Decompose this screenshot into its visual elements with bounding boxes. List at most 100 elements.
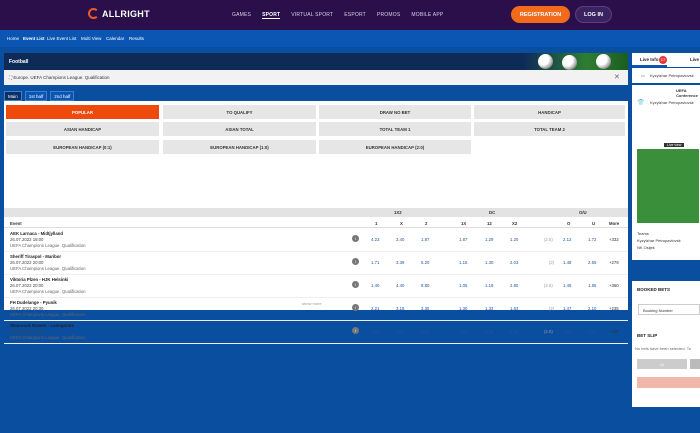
odd-1[interactable]: 2.21 xyxy=(371,306,379,311)
odd-x[interactable]: 3.15 xyxy=(396,306,404,311)
odd-over[interactable]: 1.47 xyxy=(563,306,571,311)
market-total-team-2[interactable]: TOTAL TEAM 2 xyxy=(474,122,625,136)
market-asian-handicap[interactable]: ASIAN HANDICAP xyxy=(6,122,159,136)
odd-x[interactable]: 3.39 xyxy=(396,260,404,265)
odd-x[interactable]: 3.25 xyxy=(396,329,404,334)
nav-sport[interactable]: SPORT xyxy=(262,12,281,19)
show-more-link[interactable]: show more xyxy=(302,301,322,306)
market-asian-total[interactable]: ASIAN TOTAL xyxy=(163,122,316,136)
more-markets[interactable]: +235 xyxy=(609,306,619,311)
odd-over[interactable]: 1.45 xyxy=(563,283,571,288)
odd-12[interactable]: 1.31 xyxy=(485,329,493,334)
market-european-handicap-2-0[interactable]: EUROPEAN HANDICAP (2:0) xyxy=(319,140,471,154)
odd-1[interactable]: 1.40 xyxy=(371,283,379,288)
close-icon[interactable]: ✕ xyxy=(614,73,620,81)
login-button[interactable]: LOG IN xyxy=(575,6,612,23)
total-line: (2) xyxy=(549,260,555,265)
market-draw-no-bet[interactable]: DRAW NO BET xyxy=(319,105,471,119)
odd-1x[interactable]: 1.15 xyxy=(459,260,467,265)
odd-2[interactable]: 5.20 xyxy=(421,260,429,265)
odd-x2[interactable]: 1.20 xyxy=(510,237,518,242)
event-name[interactable]: FH Dudelange - Pyunik xyxy=(10,300,57,305)
market-handicap[interactable]: HANDICAP xyxy=(474,105,625,119)
info-icon[interactable]: i xyxy=(352,258,359,265)
stake-button[interactable]: 10 xyxy=(637,359,687,369)
odd-x2[interactable]: 2.03 xyxy=(510,260,518,265)
odd-2[interactable]: 2.24 xyxy=(421,329,429,334)
subnav-results[interactable]: Results xyxy=(129,36,144,41)
odd-x2[interactable]: 1.32 xyxy=(510,329,518,334)
nav-games[interactable]: GAMES xyxy=(232,12,251,19)
odd-x2[interactable]: 2.80 xyxy=(510,283,518,288)
odd-2[interactable]: 8.80 xyxy=(421,283,429,288)
market-european-handicap-0-1[interactable]: EUROPEAN HANDICAP (0:1) xyxy=(6,140,159,154)
info-icon[interactable]: i xyxy=(352,327,359,334)
nav-promos[interactable]: PROMOS xyxy=(377,12,400,19)
odd-1[interactable]: 1.71 xyxy=(371,260,379,265)
odd-over[interactable]: 1.48 xyxy=(563,260,571,265)
odd-1x[interactable]: 1.87 xyxy=(459,237,467,242)
odd-x2[interactable]: 1.63 xyxy=(510,306,518,311)
info-icon[interactable]: i xyxy=(352,304,359,311)
odd-under[interactable]: 1.72 xyxy=(588,237,596,242)
odd-under[interactable]: 1.71 xyxy=(588,329,596,334)
table-row[interactable]: AEK Larnaca - Midtjylland 26.07.2022 18:… xyxy=(4,229,628,252)
tab-live-info[interactable]: Live Info xyxy=(640,57,659,62)
event-name[interactable]: Sheriff Tiraspol - Maribor xyxy=(10,254,61,259)
tab-2nd-half[interactable]: 2nd half xyxy=(50,91,75,101)
info-icon[interactable]: i xyxy=(352,281,359,288)
tab-live[interactable]: Live xyxy=(690,57,699,62)
event-name[interactable]: AEK Larnaca - Midtjylland xyxy=(10,231,63,236)
market-popular[interactable]: POPULAR xyxy=(6,105,159,119)
nav-mobile-app[interactable]: MOBILE APP xyxy=(411,12,443,19)
odd-12[interactable]: 1.29 xyxy=(485,237,493,242)
subnav-live-event-list[interactable]: Live Event List xyxy=(47,36,76,41)
tab-main[interactable]: Main xyxy=(4,91,22,101)
odd-12[interactable]: 1.33 xyxy=(485,306,493,311)
subnav-home[interactable]: Home xyxy=(7,36,19,41)
nav-virtual-sport[interactable]: VIRTUAL SPORT xyxy=(291,12,333,19)
event-name[interactable]: Viktoria Plzen - HJK Helsinki xyxy=(10,277,68,282)
info-icon[interactable]: i xyxy=(352,235,359,242)
registration-button[interactable]: REGISTRATION xyxy=(511,6,570,23)
stake-button-2[interactable] xyxy=(690,359,700,369)
table-row[interactable]: Shamrock Rovers - Ludogorets 26.07.2022 … xyxy=(4,321,628,344)
col-event: Event xyxy=(10,221,22,226)
odd-12[interactable]: 1.19 xyxy=(485,283,493,288)
odd-under[interactable]: 2.55 xyxy=(588,260,596,265)
odd-1[interactable]: 3.33 xyxy=(371,329,379,334)
subnav-calendar[interactable]: Calendar xyxy=(106,36,124,41)
subnav-event-list[interactable]: Event List xyxy=(23,36,45,41)
event-name[interactable]: Shamrock Rovers - Ludogorets xyxy=(10,323,74,328)
more-markets[interactable]: +440 xyxy=(609,329,619,334)
table-row[interactable]: Sheriff Tiraspol - Maribor 26.07.2022 20… xyxy=(4,252,628,275)
odd-over[interactable]: 2.12 xyxy=(563,237,571,242)
odd-1[interactable]: 4.23 xyxy=(371,237,379,242)
odd-2[interactable]: 1.87 xyxy=(421,237,429,242)
odd-12[interactable]: 1.30 xyxy=(485,260,493,265)
more-markets[interactable]: +279 xyxy=(609,260,619,265)
odd-1x[interactable]: 1.05 xyxy=(459,283,467,288)
odd-1x[interactable]: 1.62 xyxy=(459,329,467,334)
odd-x[interactable]: 3.40 xyxy=(396,237,404,242)
odd-x[interactable]: 4.40 xyxy=(396,283,404,288)
odd-1x[interactable]: 1.30 xyxy=(459,306,467,311)
odd-over[interactable]: 2.14 xyxy=(563,329,571,334)
market-total-team-1[interactable]: TOTAL TEAM 1 xyxy=(319,122,471,136)
odd-under[interactable]: 1.85 xyxy=(588,283,596,288)
tab-1st-half[interactable]: 1st half xyxy=(24,91,48,101)
odd-under[interactable]: 2.10 xyxy=(588,306,596,311)
nav-esport[interactable]: ESPORT xyxy=(344,12,366,19)
market-european-handicap-1-0[interactable]: EUROPEAN HANDICAP (1:0) xyxy=(163,140,316,154)
more-markets[interactable]: +332 xyxy=(609,237,619,242)
booking-number-input[interactable]: Booking Number xyxy=(638,304,700,315)
place-bet-button[interactable] xyxy=(637,377,700,388)
market-to-qualify[interactable]: TO QUALIFY xyxy=(163,105,316,119)
live-view-label[interactable]: Live view xyxy=(664,143,685,147)
odd-2[interactable]: 3.35 xyxy=(421,306,429,311)
more-markets[interactable]: +360 xyxy=(609,283,619,288)
brand-logo[interactable]: ALLRIGHT xyxy=(88,8,150,19)
subnav-multi-view[interactable]: Multi View xyxy=(81,36,101,41)
table-row[interactable]: Viktoria Plzen - HJK Helsinki 26.07.2022… xyxy=(4,275,628,298)
match-selector[interactable]: ▭ Kyzylzhar Petropavlovsk xyxy=(632,68,700,83)
